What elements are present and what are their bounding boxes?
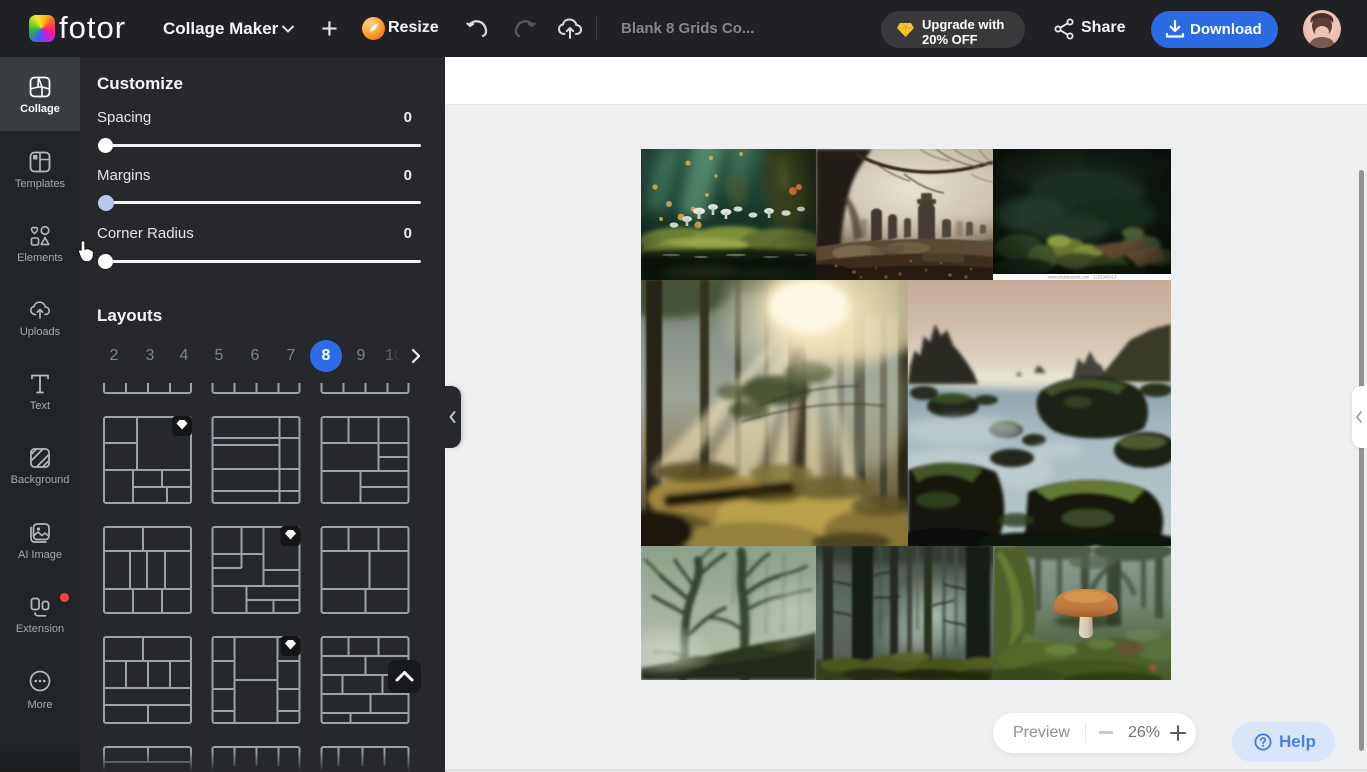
- svg-text:www.shutterstock.com · 2253045: www.shutterstock.com · 2253045413: [1048, 275, 1117, 280]
